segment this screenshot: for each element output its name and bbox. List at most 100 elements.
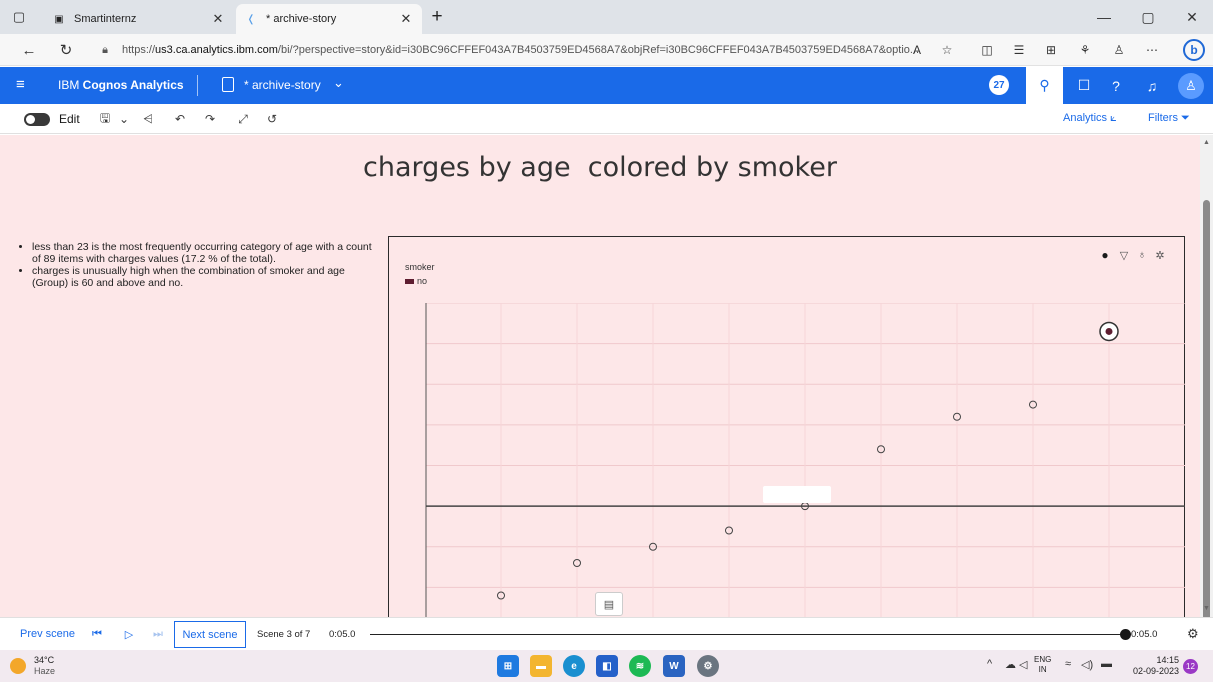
page-favicon-icon: ▣ <box>54 13 64 25</box>
tab-label: Smartinternz <box>74 13 137 25</box>
browser-tab-smartinternz[interactable]: ▣ Smartinternz ✕ <box>44 4 234 34</box>
last-scene-icon[interactable]: ⏭ <box>150 626 166 642</box>
save-options-chevron-icon[interactable]: ⌄ <box>114 109 134 129</box>
store-icon[interactable]: ◧ <box>596 655 618 677</box>
windows-start-icon[interactable]: ⊞ <box>497 655 519 677</box>
scene-player-bar: Prev scene ⏮ ▷ ⏭ Next scene Scene 3 of 7… <box>0 617 1213 650</box>
story-canvas: charges by age colored by smoker less th… <box>0 135 1200 617</box>
legend-swatch <box>405 278 414 284</box>
help-icon[interactable]: ? <box>1100 67 1132 104</box>
play-icon[interactable]: ▷ <box>121 626 137 642</box>
chevron-up-icon[interactable]: ^ <box>987 658 992 670</box>
bell-icon[interactable]: ♫ <box>1136 67 1168 104</box>
scatter-visualization[interactable]: smoker no ● ▽ ♁ ✲ ▤ <box>388 236 1185 617</box>
browser-tab-strip: ▢ ▣ Smartinternz ✕ ❬ * archive-story ✕ +… <box>0 0 1213 34</box>
notification-center-badge[interactable]: 12 <box>1183 659 1198 674</box>
scroll-up-icon[interactable]: ▲ <box>1203 139 1210 146</box>
extensions-icon[interactable]: ⚘ <box>1074 40 1096 60</box>
favorites-icon[interactable]: ☰ <box>1008 40 1030 60</box>
profile-icon[interactable]: ♙ <box>1108 40 1130 60</box>
edit-label: Edit <box>59 112 80 126</box>
language-code: ENG <box>1034 655 1052 664</box>
notification-badge[interactable]: 27 <box>989 75 1009 95</box>
wifi-icon[interactable]: ≈ <box>1065 658 1071 670</box>
settings-sparkle-icon[interactable]: ✲ <box>1152 247 1168 263</box>
edge-browser-icon[interactable]: e <box>563 655 585 677</box>
filters-button[interactable]: Filters ⏷ <box>1148 112 1190 125</box>
legend-item-no[interactable]: no <box>405 276 427 286</box>
next-scene-button[interactable]: Next scene <box>174 621 246 648</box>
filter-icon[interactable]: ▽ <box>1116 247 1132 263</box>
share-icon[interactable]: ⩤ <box>138 109 158 129</box>
favorite-star-icon[interactable]: ☆ <box>936 40 958 60</box>
timeline-knob[interactable] <box>1120 629 1131 640</box>
document-title[interactable]: * archive-story <box>244 78 321 92</box>
insight-item: charges is unusually high when the combi… <box>32 265 377 289</box>
story-document-icon <box>222 77 234 92</box>
system-clock[interactable]: 14:15 02-09-2023 <box>1127 655 1179 677</box>
weather-temperature: 34°C <box>34 655 55 665</box>
data-point <box>1105 327 1113 335</box>
more-menu-icon[interactable]: ⋯ <box>1141 40 1163 60</box>
scrollbar-thumb[interactable] <box>1203 200 1210 620</box>
filters-label: Filters <box>1148 112 1178 124</box>
file-explorer-icon[interactable]: ▬ <box>530 655 552 677</box>
read-aloud-icon[interactable]: A <box>906 40 928 60</box>
redo-icon[interactable]: ↷ <box>200 109 220 129</box>
split-screen-icon[interactable]: ◫ <box>976 40 998 60</box>
url-host: us3.ca.analytics.ibm.com <box>155 44 278 56</box>
browser-tab-archive-story[interactable]: ❬ * archive-story ✕ <box>236 4 422 34</box>
clock-date: 02-09-2023 <box>1132 666 1179 676</box>
analytics-button[interactable]: Analytics ⟀ <box>1063 112 1117 125</box>
minimize-window-button[interactable]: — <box>1082 0 1126 34</box>
windows-taskbar: 34°C Haze ⊞ ▬ e ◧ ≋ W ⚙ ^ ☁ ◁ ENG IN ≈ ◁… <box>0 650 1213 682</box>
undo-icon[interactable]: ↶ <box>170 109 190 129</box>
collections-icon[interactable]: ⊞ <box>1040 40 1062 60</box>
close-window-button[interactable]: ✕ <box>1170 0 1213 34</box>
gear-icon[interactable]: ⚙ <box>1187 626 1199 642</box>
timeline-track[interactable] <box>370 634 1125 635</box>
url-field[interactable]: 🔒︎ https://us3.ca.analytics.ibm.com/bi/?… <box>96 37 956 63</box>
weather-condition: Haze <box>34 666 56 676</box>
scroll-down-icon[interactable]: ▼ <box>1203 605 1210 612</box>
weather-sun-icon[interactable] <box>10 658 26 674</box>
first-scene-icon[interactable]: ⏮ <box>89 626 105 642</box>
region-code: IN <box>1038 665 1047 674</box>
fullscreen-icon[interactable]: ⤢ <box>233 109 253 129</box>
prev-scene-link[interactable]: Prev scene <box>20 628 75 640</box>
lock-icon: 🔒︎ <box>102 43 108 56</box>
clock-time: 14:15 <box>1156 655 1179 665</box>
search-icon[interactable]: ⚲ <box>1026 67 1063 104</box>
start-time: 0:05.0 <box>329 629 356 640</box>
battery-icon[interactable]: ▬ <box>1101 658 1112 670</box>
save-icon[interactable]: 🖫︎ <box>95 109 115 129</box>
settings-gear-icon[interactable]: ⚙ <box>697 655 719 677</box>
insights-bulb-icon[interactable]: ♁ <box>1134 247 1150 263</box>
tab-close-icon[interactable]: ✕ <box>210 11 226 27</box>
restore-window-button[interactable]: ▢ <box>1126 0 1170 34</box>
refresh-button[interactable]: ↻ <box>55 39 77 61</box>
location-arrow-icon[interactable]: ◁ <box>1019 658 1027 671</box>
edit-toggle[interactable] <box>24 113 50 126</box>
language-indicator[interactable]: ENG IN <box>1034 655 1051 675</box>
spotify-icon[interactable]: ≋ <box>629 655 651 677</box>
word-icon[interactable]: W <box>663 655 685 677</box>
scatter-plot <box>425 303 1185 617</box>
scene-title: charges by age colored by smoker <box>363 152 837 183</box>
user-avatar-icon[interactable]: ♙ <box>1178 73 1204 99</box>
back-button[interactable]: ← <box>18 39 40 61</box>
end-time: 0:05.0 <box>1131 629 1158 640</box>
reset-icon[interactable]: ↺ <box>262 109 282 129</box>
chat-icon[interactable]: ☐ <box>1068 67 1100 104</box>
volume-icon[interactable]: ◁) <box>1081 658 1093 671</box>
bing-copilot-icon[interactable]: b <box>1183 39 1205 61</box>
tab-close-icon[interactable]: ✕ <box>398 11 414 27</box>
tab-actions-icon[interactable]: ▢ <box>8 6 30 28</box>
new-tab-button[interactable]: + <box>424 5 450 29</box>
info-icon[interactable]: ● <box>1097 247 1113 263</box>
chevron-down-icon[interactable]: ⌄ <box>333 75 344 91</box>
hamburger-menu-icon[interactable]: ≡ <box>16 76 25 93</box>
data-table-icon[interactable]: ▤ <box>595 592 623 616</box>
vertical-scrollbar[interactable]: ▲ ▼ <box>1200 135 1213 620</box>
cloud-sync-icon[interactable]: ☁ <box>1005 658 1016 671</box>
